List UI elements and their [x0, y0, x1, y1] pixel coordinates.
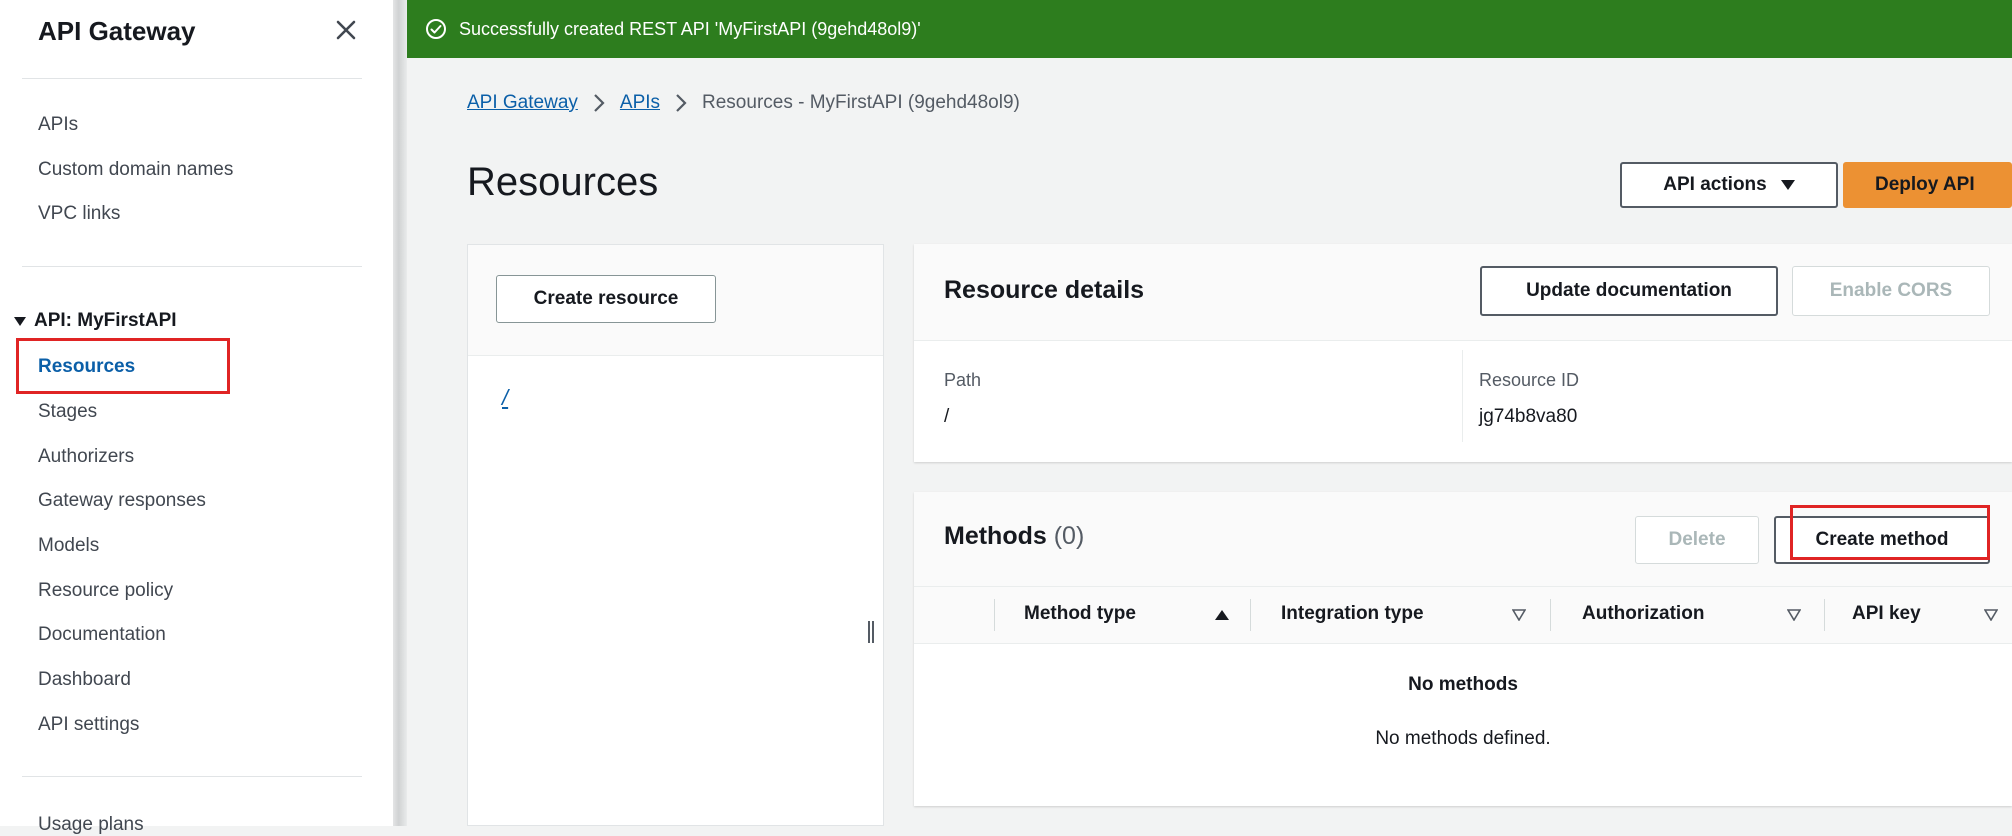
sort-icon[interactable] [1512, 609, 1526, 621]
create-resource-button[interactable]: Create resource [496, 275, 716, 323]
column-authorization[interactable]: Authorization [1582, 603, 1704, 625]
sidebar-title: API Gateway [38, 16, 196, 46]
methods-table-header: Method type Integration type Authorizati… [914, 586, 2012, 644]
column-divider [1462, 350, 1463, 442]
caret-down-icon [1780, 180, 1795, 190]
api-actions-dropdown[interactable]: API actions [1620, 162, 1838, 208]
page-title: Resources [467, 160, 659, 204]
chevron-right-icon [676, 94, 687, 112]
resource-id-label: Resource ID [1479, 370, 1580, 390]
panel-resize-handle[interactable] [868, 621, 874, 643]
sidebar-divider [22, 266, 362, 267]
sidebar-group-label: API: MyFirstAPI [34, 310, 177, 331]
breadcrumb-apis[interactable]: APIs [620, 92, 660, 114]
breadcrumb: API Gateway APIs Resources - MyFirstAPI … [467, 92, 1020, 114]
deploy-api-button[interactable]: Deploy API [1843, 162, 2012, 208]
enable-cors-button[interactable]: Enable CORS [1792, 266, 1990, 316]
sort-icon[interactable] [1787, 609, 1801, 621]
breadcrumb-current: Resources - MyFirstAPI (9gehd48ol9) [702, 92, 1020, 113]
highlight-box-create-method [1790, 505, 1990, 560]
breadcrumb-api-gateway[interactable]: API Gateway [467, 92, 578, 114]
sidebar: API Gateway APIs Custom domain names VPC… [0, 0, 393, 835]
column-separator [1824, 599, 1825, 631]
chevron-right-icon [594, 94, 605, 112]
column-separator [1250, 599, 1251, 631]
caret-down-icon [14, 317, 26, 326]
resource-tree-root[interactable]: / [502, 385, 508, 411]
sidebar-group-api[interactable]: API: MyFirstAPI [14, 310, 177, 332]
deploy-api-label: Deploy API [1875, 174, 1975, 195]
sidebar-item-vpc-links[interactable]: VPC links [38, 203, 120, 225]
delete-label: Delete [1668, 529, 1726, 550]
sort-ascending-icon[interactable] [1214, 609, 1230, 621]
resource-id-value: jg74b8va80 [1479, 406, 1578, 427]
sidebar-item-resource-policy[interactable]: Resource policy [38, 580, 173, 602]
delete-method-button[interactable]: Delete [1635, 516, 1759, 564]
sidebar-item-models[interactable]: Models [38, 535, 99, 557]
resource-details-panel: Resource details Update documentation En… [914, 244, 2012, 462]
path-value: / [944, 406, 950, 427]
methods-title: Methods (0) [944, 522, 1084, 551]
sidebar-item-custom-domain-names[interactable]: Custom domain names [38, 159, 233, 181]
sidebar-item-usage-plans[interactable]: Usage plans [38, 814, 144, 836]
path-label: Path [944, 370, 982, 390]
update-documentation-label: Update documentation [1526, 280, 1732, 301]
column-separator [994, 599, 995, 631]
methods-count: (0) [1053, 522, 1085, 550]
close-icon[interactable] [330, 14, 362, 46]
sidebar-item-authorizers[interactable]: Authorizers [38, 446, 134, 468]
sidebar-item-documentation[interactable]: Documentation [38, 624, 166, 646]
sort-icon[interactable] [1984, 609, 1998, 621]
flash-message: Successfully created REST API 'MyFirstAP… [459, 18, 921, 39]
check-circle-icon [426, 19, 446, 39]
sidebar-resize-bar[interactable] [393, 0, 407, 826]
success-flashbar: Successfully created REST API 'MyFirstAP… [407, 0, 2012, 58]
sidebar-item-api-settings[interactable]: API settings [38, 714, 139, 736]
methods-title-text: Methods [944, 522, 1047, 550]
api-actions-label: API actions [1663, 174, 1767, 195]
sidebar-divider [22, 78, 362, 79]
column-method-type[interactable]: Method type [1024, 603, 1136, 625]
create-resource-label: Create resource [533, 288, 679, 309]
resource-tree-panel: Create resource / [467, 244, 884, 826]
sidebar-item-gateway-responses[interactable]: Gateway responses [38, 490, 206, 512]
column-separator [1550, 599, 1551, 631]
sidebar-item-dashboard[interactable]: Dashboard [38, 669, 131, 691]
empty-state-title: No methods [1408, 674, 1518, 695]
enable-cors-label: Enable CORS [1829, 280, 1953, 301]
sidebar-divider [22, 776, 362, 777]
highlight-box-resources [16, 338, 230, 394]
update-documentation-button[interactable]: Update documentation [1480, 266, 1778, 316]
empty-state-message: No methods defined. [1375, 728, 1551, 749]
sidebar-item-apis[interactable]: APIs [38, 114, 78, 136]
resource-details-title: Resource details [944, 276, 1145, 304]
sidebar-item-stages[interactable]: Stages [38, 401, 97, 423]
column-api-key[interactable]: API key [1852, 603, 1921, 625]
column-integration-type[interactable]: Integration type [1281, 603, 1424, 625]
